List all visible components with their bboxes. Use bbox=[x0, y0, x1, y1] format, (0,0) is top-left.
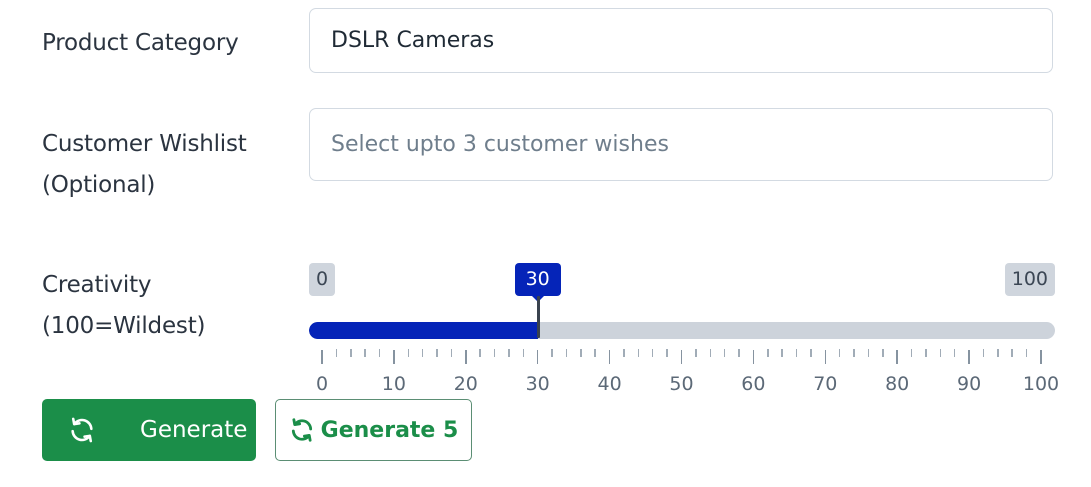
slider-minor-tick bbox=[853, 349, 855, 357]
slider-minor-tick bbox=[982, 349, 985, 357]
slider-tick-label: 0 bbox=[315, 373, 329, 395]
slider-tick-label: 20 bbox=[453, 373, 478, 395]
slider-minor-tick bbox=[910, 349, 913, 357]
creativity-slider-thumb[interactable] bbox=[536, 296, 540, 338]
slider-minor-tick bbox=[522, 349, 525, 357]
slider-tick-label: 90 bbox=[957, 373, 982, 395]
slider-minor-tick bbox=[666, 349, 668, 357]
slider-major-tick bbox=[1040, 350, 1042, 364]
slider-minor-tick bbox=[767, 349, 769, 357]
slider-minor-tick bbox=[378, 349, 381, 357]
customer-wishlist-label-line2: (Optional) bbox=[42, 172, 156, 198]
slider-major-tick bbox=[680, 350, 683, 364]
slider-tick-label: 40 bbox=[597, 373, 622, 395]
slider-minor-tick bbox=[551, 349, 553, 357]
generate-5-button[interactable]: Generate 5 bbox=[275, 399, 472, 461]
product-category-value: DSLR Cameras bbox=[331, 28, 495, 53]
slider-minor-tick bbox=[594, 349, 596, 357]
generate-button-label: Generate bbox=[140, 417, 248, 443]
slider-minor-tick bbox=[350, 349, 352, 357]
slider-major-tick bbox=[536, 350, 539, 364]
generator-form: Product Category DSLR Cameras Customer W… bbox=[0, 0, 1091, 487]
slider-tick-label: 30 bbox=[525, 373, 550, 395]
slider-value-label: 30 bbox=[514, 263, 561, 302]
slider-minor-tick bbox=[1011, 349, 1013, 357]
slider-major-tick bbox=[608, 350, 611, 364]
slider-minor-tick bbox=[838, 349, 841, 357]
slider-tick-label: 50 bbox=[669, 373, 694, 395]
slider-minor-tick bbox=[997, 349, 999, 357]
slider-tick-label: 80 bbox=[885, 373, 910, 395]
slider-major-tick bbox=[321, 350, 323, 364]
creativity-slider-fill bbox=[309, 322, 538, 339]
slider-major-tick bbox=[393, 350, 395, 364]
product-category-label: Product Category bbox=[42, 30, 239, 56]
slider-minor-tick bbox=[565, 349, 568, 357]
slider-minor-tick bbox=[723, 349, 726, 357]
slider-minor-tick bbox=[781, 349, 783, 357]
generate-button[interactable]: Generate bbox=[42, 399, 256, 461]
slider-minor-tick bbox=[436, 349, 438, 357]
slider-minor-tick bbox=[925, 349, 927, 357]
slider-tick-label: 60 bbox=[741, 373, 766, 395]
slider-tick-label: 10 bbox=[381, 373, 406, 395]
slider-minor-tick bbox=[335, 349, 338, 357]
slider-minor-tick bbox=[580, 349, 582, 357]
slider-minor-tick bbox=[939, 349, 942, 357]
slider-minor-tick bbox=[1025, 349, 1028, 357]
creativity-label-line1: Creativity bbox=[42, 272, 152, 298]
slider-major-tick bbox=[896, 350, 898, 364]
slider-minor-tick bbox=[795, 349, 798, 357]
slider-minor-tick bbox=[867, 349, 870, 357]
slider-minor-tick bbox=[479, 349, 481, 357]
slider-minor-tick bbox=[623, 349, 625, 357]
creativity-label-line2: (100=Wildest) bbox=[42, 313, 206, 339]
slider-tick-label: 70 bbox=[813, 373, 838, 395]
slider-minor-tick bbox=[695, 349, 697, 357]
slider-minor-tick bbox=[421, 349, 424, 357]
generate-5-button-label: Generate 5 bbox=[320, 417, 459, 443]
customer-wishlist-field[interactable] bbox=[309, 108, 1053, 181]
slider-minor-tick bbox=[407, 349, 410, 357]
slider-minor-tick bbox=[953, 349, 956, 357]
slider-min-label: 0 bbox=[309, 263, 336, 296]
slider-major-tick bbox=[824, 350, 827, 364]
slider-major-tick bbox=[752, 350, 755, 364]
slider-minor-tick bbox=[508, 349, 510, 357]
refresh-icon bbox=[68, 416, 96, 444]
refresh-icon bbox=[289, 417, 315, 443]
customer-wishlist-input[interactable] bbox=[331, 132, 1052, 157]
customer-wishlist-label-line1: Customer Wishlist bbox=[42, 131, 247, 157]
slider-minor-tick bbox=[493, 349, 496, 357]
slider-minor-tick bbox=[738, 349, 740, 357]
slider-minor-tick bbox=[882, 349, 884, 357]
slider-minor-tick bbox=[364, 349, 366, 357]
slider-major-tick bbox=[465, 350, 467, 364]
creativity-slider-track[interactable] bbox=[309, 322, 1055, 339]
slider-major-tick bbox=[968, 350, 970, 364]
slider-max-label: 100 bbox=[1004, 263, 1055, 296]
slider-minor-tick bbox=[810, 349, 812, 357]
slider-minor-tick bbox=[651, 349, 654, 357]
customer-wishlist-label: Customer Wishlist (Optional) bbox=[42, 124, 247, 206]
creativity-label: Creativity (100=Wildest) bbox=[42, 265, 205, 347]
product-category-select[interactable]: DSLR Cameras bbox=[309, 8, 1053, 73]
slider-minor-tick bbox=[450, 349, 453, 357]
slider-tick-label: 100 bbox=[1022, 373, 1060, 395]
slider-minor-tick bbox=[709, 349, 711, 357]
slider-minor-tick bbox=[637, 349, 640, 357]
